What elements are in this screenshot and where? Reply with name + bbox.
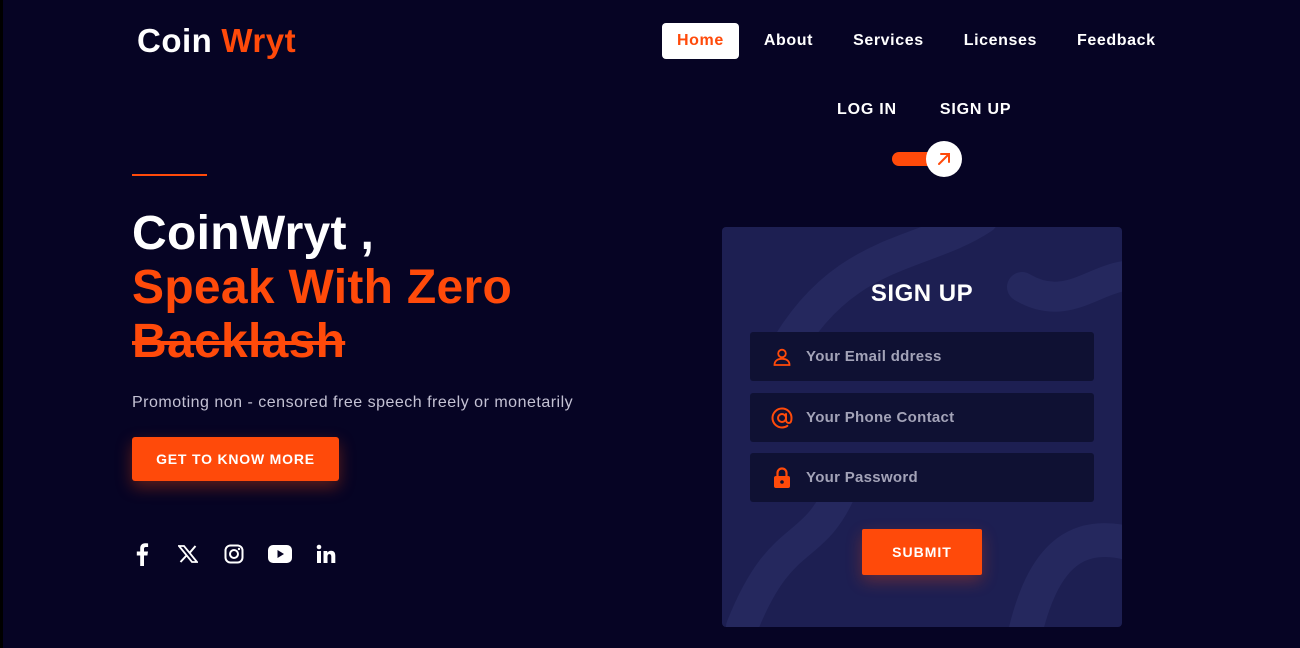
get-to-know-more-button[interactable]: GET TO KNOW MORE (132, 437, 339, 481)
at-sign-icon (750, 393, 806, 442)
auth-toggle-knob[interactable] (926, 141, 962, 177)
arrow-up-right-icon (938, 153, 950, 165)
brand-name-part1: Coin (137, 22, 213, 59)
password-field (750, 453, 1094, 502)
nav-item-feedback[interactable]: Feedback (1077, 32, 1156, 50)
youtube-icon[interactable] (268, 542, 292, 566)
password-input[interactable] (806, 453, 1094, 502)
x-twitter-icon[interactable] (176, 542, 200, 566)
hero-title-line3: Backlash (132, 315, 346, 368)
phone-field (750, 393, 1094, 442)
user-icon (750, 332, 806, 381)
brand-logo[interactable]: Coin Wryt (137, 22, 296, 60)
auth-links: LOG IN SIGN UP (837, 101, 1011, 119)
social-links (130, 542, 360, 566)
email-input[interactable] (806, 332, 1094, 381)
nav-item-licenses[interactable]: Licenses (964, 32, 1037, 50)
window-edge (0, 0, 3, 648)
linkedin-icon[interactable] (314, 542, 338, 566)
signup-link[interactable]: SIGN UP (940, 101, 1011, 119)
nav-item-about[interactable]: About (764, 32, 813, 50)
signup-title: SIGN UP (870, 280, 974, 307)
phone-input[interactable] (806, 393, 1094, 442)
facebook-icon[interactable] (130, 542, 154, 566)
hero-title-line2: Speak With Zero (132, 261, 513, 314)
hero-accent-line (132, 174, 207, 176)
nav-item-services[interactable]: Services (853, 32, 924, 50)
signup-card: SIGN UP SUBMIT (722, 227, 1122, 627)
landing-page: Coin Wryt Home About Services Licenses Fe… (0, 0, 1300, 648)
login-link[interactable]: LOG IN (837, 101, 897, 119)
submit-button[interactable]: SUBMIT (862, 529, 982, 575)
instagram-icon[interactable] (222, 542, 246, 566)
main-nav: Home About Services Licenses Feedback (662, 23, 1156, 59)
hero-subtitle: Promoting non - censored free speech fre… (132, 394, 574, 411)
brand-name-part2: Wryt (221, 22, 297, 59)
hero-title: CoinWryt , Speak With Zero Backlash (132, 207, 512, 369)
email-field (750, 332, 1094, 381)
nav-item-home[interactable]: Home (662, 23, 739, 59)
lock-icon (750, 453, 806, 502)
hero-title-line1: CoinWryt , (132, 207, 375, 260)
